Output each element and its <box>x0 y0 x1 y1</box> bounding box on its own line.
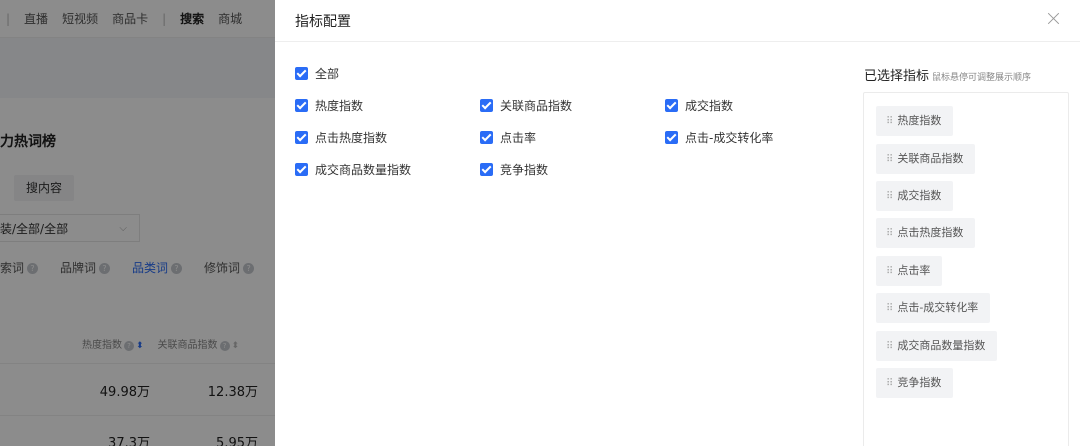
checkbox-click-heat-index[interactable]: 点击热度指数 <box>295 129 387 146</box>
drag-handle-icon[interactable]: ⠿ <box>886 341 893 352</box>
checkbox-competition-index[interactable]: 竞争指数 <box>480 161 548 178</box>
selected-metrics-heading: 已选择指标 鼠标悬停可调整展示顺序 <box>864 69 1032 84</box>
selected-metric-item[interactable]: ⠿ 成交指数 <box>876 181 954 211</box>
checkbox-checked-icon <box>295 67 308 80</box>
checkbox-checked-icon <box>480 163 493 176</box>
checkbox-checked-icon <box>295 163 308 176</box>
drag-handle-icon[interactable]: ⠿ <box>886 228 893 239</box>
selected-metric-item[interactable]: ⠿ 热度指数 <box>876 106 954 136</box>
checkbox-checked-icon <box>665 99 678 112</box>
selected-metrics-list: ⠿ 热度指数 ⠿ 关联商品指数 ⠿ 成交指数 ⠿ 点击热度指数 ⠿ 点击率 ⠿ 点击-成交转… <box>863 92 1069 446</box>
reorder-hint: 鼠标悬停可调整展示顺序 <box>932 73 1032 83</box>
drawer-title: 指标配置 <box>295 13 351 30</box>
checkbox-checked-icon <box>665 131 678 144</box>
drag-handle-icon[interactable]: ⠿ <box>886 378 893 389</box>
drawer-header: 指标配置 <box>275 0 1080 42</box>
metric-config-drawer: 指标配置 全部 热度指数 关联商品指数 成交指数 点击热度指数 点击率 点击-成… <box>275 0 1080 446</box>
drag-handle-icon[interactable]: ⠿ <box>886 303 893 314</box>
checkbox-checked-icon <box>480 99 493 112</box>
drag-handle-icon[interactable]: ⠿ <box>886 266 893 277</box>
selected-metric-item[interactable]: ⠿ 点击-成交转化率 <box>876 293 991 323</box>
selected-metric-item[interactable]: ⠿ 竞争指数 <box>876 368 954 398</box>
checkbox-related-product-index[interactable]: 关联商品指数 <box>480 97 572 114</box>
checkbox-deal-product-count-index[interactable]: 成交商品数量指数 <box>295 161 411 178</box>
drag-handle-icon[interactable]: ⠿ <box>886 154 893 165</box>
selected-metric-item[interactable]: ⠿ 关联商品指数 <box>876 144 976 174</box>
selected-metric-item[interactable]: ⠿ 点击率 <box>876 256 943 286</box>
checkbox-click-rate[interactable]: 点击率 <box>480 129 536 146</box>
checkbox-checked-icon <box>480 131 493 144</box>
modal-overlay[interactable] <box>0 0 280 446</box>
checkbox-select-all[interactable]: 全部 <box>295 65 339 82</box>
checkbox-deal-index[interactable]: 成交指数 <box>665 97 733 114</box>
selected-metric-item[interactable]: ⠿ 点击热度指数 <box>876 218 976 248</box>
drag-handle-icon[interactable]: ⠿ <box>886 191 893 202</box>
selected-metric-item[interactable]: ⠿ 成交商品数量指数 <box>876 331 998 361</box>
checkbox-checked-icon <box>295 99 308 112</box>
checkbox-heat-index[interactable]: 热度指数 <box>295 97 363 114</box>
checkbox-checked-icon <box>295 131 308 144</box>
close-icon[interactable] <box>1046 11 1062 27</box>
drag-handle-icon[interactable]: ⠿ <box>886 116 893 127</box>
checkbox-click-conversion-rate[interactable]: 点击-成交转化率 <box>665 129 773 146</box>
